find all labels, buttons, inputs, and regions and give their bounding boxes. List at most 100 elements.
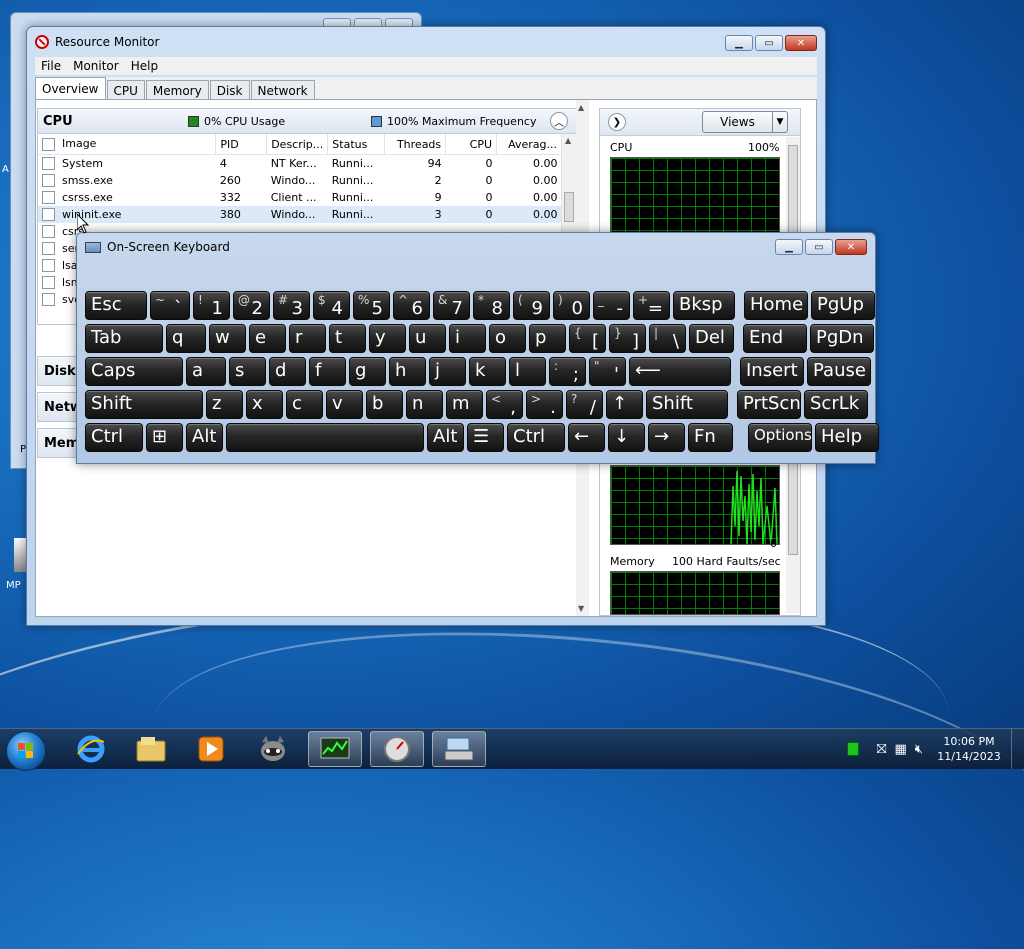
- start-button[interactable]: [6, 731, 46, 771]
- row-checkbox[interactable]: [42, 208, 55, 222]
- network-warning-icon[interactable]: ⛝: [877, 742, 887, 757]
- key-3[interactable]: #3: [273, 291, 310, 320]
- row-checkbox[interactable]: [42, 276, 55, 290]
- column-status[interactable]: Status: [327, 134, 386, 155]
- key-x5b[interactable]: {[: [569, 324, 606, 353]
- column-average[interactable]: Averag...: [496, 134, 562, 155]
- key-x3d[interactable]: + =: [633, 291, 670, 320]
- key-w[interactable]: w: [209, 324, 246, 353]
- key-arrow-left[interactable]: ←: [568, 423, 605, 452]
- key-space[interactable]: [226, 423, 424, 452]
- scrollbar-thumb[interactable]: [564, 192, 574, 222]
- osk-title-bar[interactable]: On-Screen Keyboard: [77, 233, 875, 261]
- on-screen-keyboard-taskbar-button[interactable]: [432, 731, 486, 767]
- key-p[interactable]: p: [529, 324, 566, 353]
- row-checkbox[interactable]: [42, 259, 55, 273]
- key-arrow-down[interactable]: ↓: [608, 423, 645, 452]
- key-print-screen[interactable]: PrtScn: [737, 390, 801, 419]
- key-scroll-lock[interactable]: ScrLk: [804, 390, 868, 419]
- key-insert[interactable]: Insert: [740, 357, 804, 386]
- key-q[interactable]: q: [166, 324, 206, 353]
- key-ctrl[interactable]: Ctrl: [85, 423, 143, 452]
- key-k[interactable]: k: [469, 357, 506, 386]
- key-v[interactable]: v: [326, 390, 363, 419]
- row-checkbox[interactable]: [42, 174, 55, 188]
- key-7[interactable]: & 7: [433, 291, 470, 320]
- key-enter[interactable]: ⟵: [629, 357, 731, 386]
- key-shift[interactable]: Shift: [85, 390, 203, 419]
- key--[interactable]: _ -: [593, 291, 630, 320]
- column-pid[interactable]: PID: [215, 134, 268, 155]
- key-fn[interactable]: Fn: [688, 423, 733, 452]
- key-4[interactable]: $4: [313, 291, 350, 320]
- key-page-down[interactable]: PgDn: [810, 324, 874, 353]
- key-y[interactable]: y: [369, 324, 406, 353]
- key-x27[interactable]: " ': [589, 357, 626, 386]
- key-i[interactable]: i: [449, 324, 486, 353]
- key-alt[interactable]: Alt: [186, 423, 223, 452]
- raccoon-app-icon[interactable]: [246, 731, 300, 767]
- volume-muted-icon[interactable]: 🔇︎: [915, 742, 923, 757]
- column-description[interactable]: Descrip...: [266, 134, 329, 155]
- views-button[interactable]: Views ▼: [702, 111, 788, 133]
- desktop-icon-label[interactable]: MP: [6, 580, 21, 591]
- row-checkbox[interactable]: [42, 157, 55, 171]
- explorer-icon[interactable]: [124, 731, 178, 767]
- menu-help[interactable]: Help: [125, 57, 164, 75]
- key-x[interactable]: x: [246, 390, 283, 419]
- key-d[interactable]: d: [269, 357, 306, 386]
- key-x3b[interactable]: :;: [549, 357, 586, 386]
- key-ctrl[interactable]: Ctrl: [507, 423, 565, 452]
- resource-monitor-taskbar-button[interactable]: [308, 731, 362, 767]
- scroll-up-icon[interactable]: ▲: [578, 103, 584, 112]
- key-delete[interactable]: Del: [689, 324, 734, 353]
- menu-monitor[interactable]: Monitor: [67, 57, 125, 75]
- key-t[interactable]: t: [329, 324, 366, 353]
- key-m[interactable]: m: [446, 390, 483, 419]
- table-row[interactable]: wininit.exe 380 Windo... Runni... 3 0 0.00: [38, 206, 562, 223]
- close-button[interactable]: ✕: [785, 35, 817, 51]
- row-checkbox[interactable]: [42, 242, 55, 256]
- table-row[interactable]: smss.exe 260 Windo... Runni... 2 0 0.00: [38, 172, 562, 189]
- row-checkbox[interactable]: [42, 191, 55, 205]
- key-1[interactable]: ! 1: [193, 291, 230, 320]
- clock[interactable]: 10:06 PM 11/14/2023: [933, 734, 1005, 764]
- key-2[interactable]: @2: [233, 291, 270, 320]
- key-tab[interactable]: Tab: [85, 324, 163, 353]
- internet-explorer-icon[interactable]: [64, 731, 118, 767]
- column-cpu[interactable]: CPU: [445, 134, 498, 155]
- chevron-down-icon[interactable]: ▼: [772, 112, 787, 132]
- show-desktop-button[interactable]: [1011, 729, 1024, 769]
- key-backspace[interactable]: Bksp: [673, 291, 735, 320]
- column-image[interactable]: Image: [38, 134, 217, 155]
- key-6[interactable]: ^ 6: [393, 291, 430, 320]
- key-e[interactable]: e: [249, 324, 286, 353]
- key-home[interactable]: Home: [744, 291, 808, 320]
- osk-minimize-button[interactable]: ▁: [775, 239, 803, 255]
- key-end[interactable]: End: [743, 324, 807, 353]
- key-menu[interactable]: ☰: [467, 423, 504, 452]
- key-g[interactable]: g: [349, 357, 386, 386]
- key-r[interactable]: r: [289, 324, 326, 353]
- key-z[interactable]: z: [206, 390, 243, 419]
- minimize-button[interactable]: ▁: [725, 35, 753, 51]
- osk-maximize-button[interactable]: ▭: [805, 239, 833, 255]
- key-alt[interactable]: Alt: [427, 423, 464, 452]
- scroll-down-icon[interactable]: ▼: [578, 604, 584, 613]
- key-shift[interactable]: Shift: [646, 390, 728, 419]
- expand-right-icon[interactable]: ❯: [608, 113, 626, 131]
- column-threads[interactable]: Threads: [384, 134, 447, 155]
- osk-close-button[interactable]: ✕: [835, 239, 867, 255]
- key-j[interactable]: j: [429, 357, 466, 386]
- key-x60[interactable]: ~ `: [150, 291, 190, 320]
- menu-file[interactable]: File: [35, 57, 67, 75]
- key-a[interactable]: a: [186, 357, 226, 386]
- media-player-icon[interactable]: [184, 731, 238, 767]
- key-page-up[interactable]: PgUp: [811, 291, 875, 320]
- key-9[interactable]: (9: [513, 291, 550, 320]
- key-x2e[interactable]: >.: [526, 390, 563, 419]
- key-u[interactable]: u: [409, 324, 446, 353]
- key-caps-lock[interactable]: Caps: [85, 357, 183, 386]
- collapse-up-icon[interactable]: ︿: [550, 112, 568, 130]
- key-arrow-right[interactable]: →: [648, 423, 685, 452]
